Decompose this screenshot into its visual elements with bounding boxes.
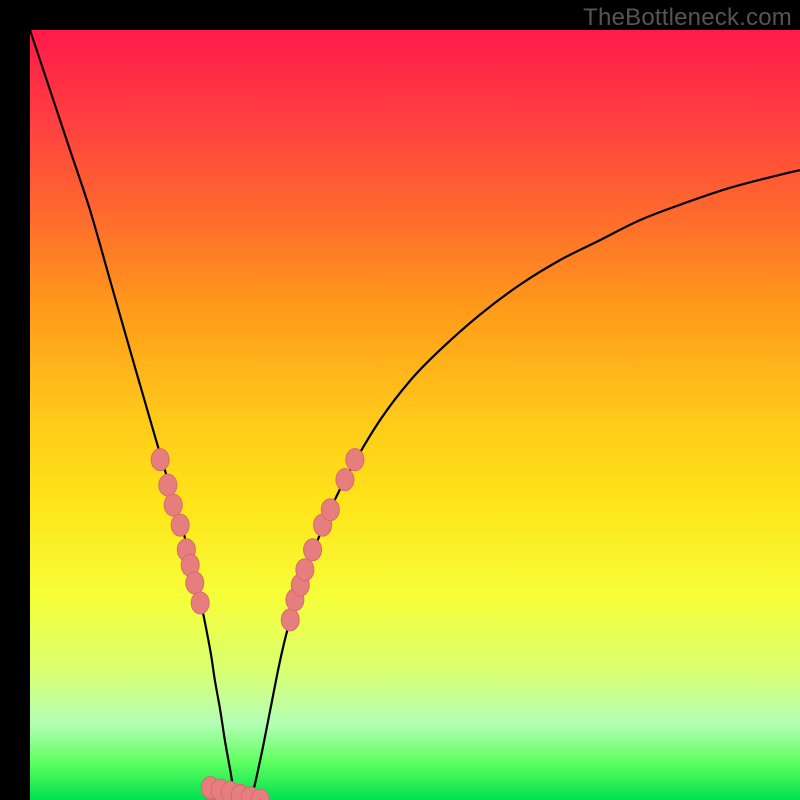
marker-dot [159, 474, 177, 496]
plot-area [30, 30, 800, 800]
marker-dot [164, 494, 182, 516]
marker-dot [321, 499, 339, 521]
chart-overlay [30, 30, 800, 800]
marker-dot [186, 572, 204, 594]
marker-dot [346, 449, 364, 471]
marker-dots-group [151, 449, 364, 800]
chart-stage: TheBottleneck.com [0, 0, 800, 800]
bottleneck-curve [30, 30, 800, 800]
marker-dot [296, 559, 314, 581]
watermark-text: TheBottleneck.com [583, 4, 792, 32]
marker-dot [281, 609, 299, 631]
marker-dot [304, 539, 322, 561]
marker-dot [151, 449, 169, 471]
marker-dot [336, 469, 354, 491]
marker-dot [171, 514, 189, 536]
marker-dot [191, 592, 209, 614]
